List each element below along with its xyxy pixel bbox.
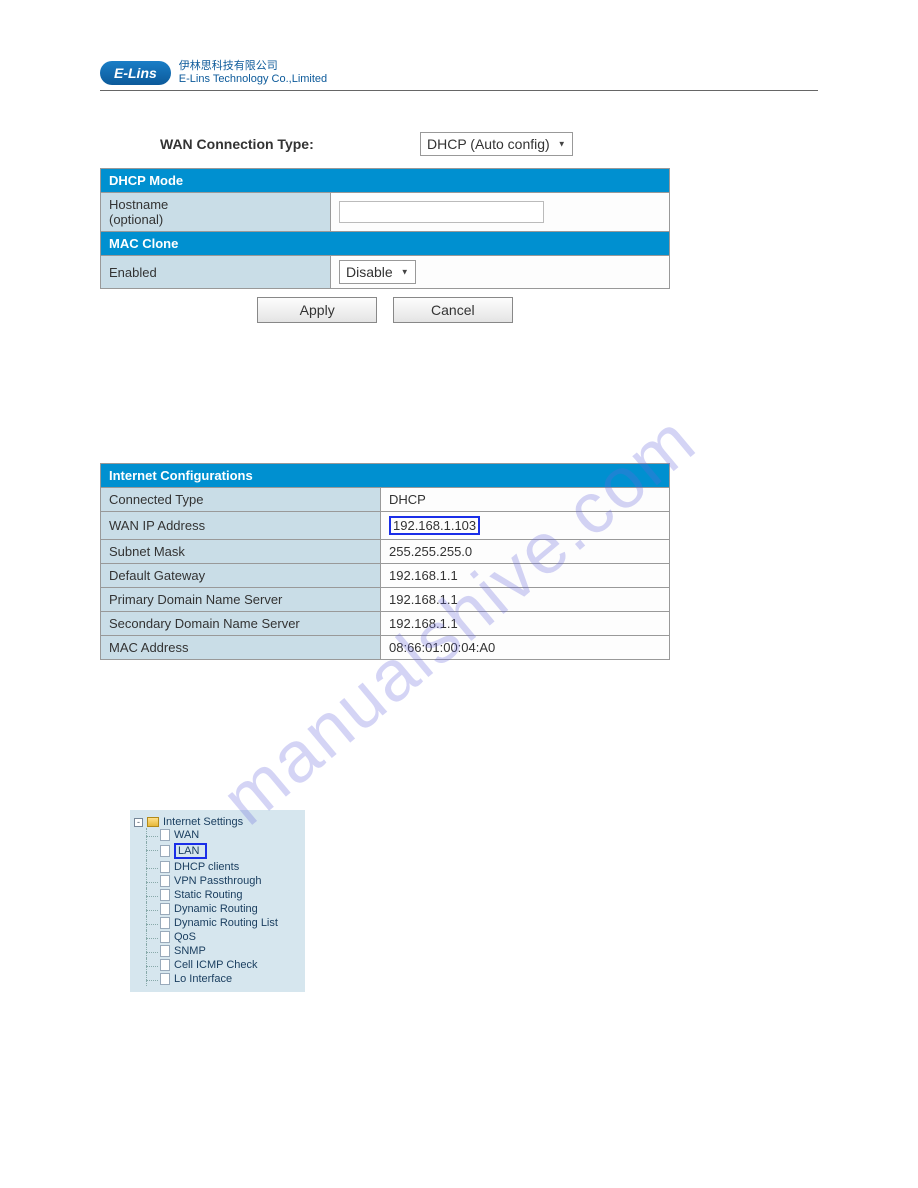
brand-name-cn: 伊林思科技有限公司 — [179, 60, 327, 73]
config-value: DHCP — [381, 488, 670, 512]
table-row: Secondary Domain Name Server192.168.1.1 — [101, 612, 670, 636]
tree-item-label: Dynamic Routing List — [174, 917, 278, 929]
config-key: MAC Address — [101, 636, 381, 660]
tree-root-label: Internet Settings — [163, 816, 243, 828]
table-row: MAC Address08:66:01:00:04:A0 — [101, 636, 670, 660]
config-key: Default Gateway — [101, 564, 381, 588]
wan-connection-label: WAN Connection Type: — [160, 136, 420, 152]
tree-item-label: Cell ICMP Check — [174, 959, 258, 971]
page-icon — [160, 917, 170, 929]
page-icon — [160, 931, 170, 943]
config-value: 192.168.1.103 — [381, 512, 670, 540]
mac-clone-enabled-select[interactable]: Disable — [339, 260, 416, 284]
table-row: Connected TypeDHCP — [101, 488, 670, 512]
highlighted-value: 192.168.1.103 — [389, 516, 480, 535]
wan-connection-row: WAN Connection Type: DHCP (Auto config) — [100, 126, 818, 168]
page-icon — [160, 959, 170, 971]
tree-item-dynamic-routing-list[interactable]: Dynamic Routing List — [160, 916, 299, 930]
mac-clone-header: MAC Clone — [101, 232, 670, 256]
tree-item-label: VPN Passthrough — [174, 875, 261, 887]
tree-item-vpn-passthrough[interactable]: VPN Passthrough — [160, 874, 299, 888]
tree-item-label: Static Routing — [174, 889, 242, 901]
table-row: Subnet Mask255.255.255.0 — [101, 540, 670, 564]
folder-icon — [147, 817, 159, 827]
config-key: Secondary Domain Name Server — [101, 612, 381, 636]
table-row: Primary Domain Name Server192.168.1.1 — [101, 588, 670, 612]
table-row: Default Gateway192.168.1.1 — [101, 564, 670, 588]
apply-button[interactable]: Apply — [257, 297, 377, 323]
wan-settings-table: DHCP Mode Hostname (optional) MAC Clone … — [100, 168, 670, 289]
tree-item-label: WAN — [174, 829, 199, 841]
tree-item-label: Lo Interface — [174, 973, 232, 985]
config-value: 192.168.1.1 — [381, 612, 670, 636]
tree-item-label: QoS — [174, 931, 196, 943]
page-icon — [160, 903, 170, 915]
config-key: Connected Type — [101, 488, 381, 512]
config-value: 192.168.1.1 — [381, 564, 670, 588]
config-value: 192.168.1.1 — [381, 588, 670, 612]
tree-item-lan[interactable]: LAN — [160, 842, 299, 860]
config-value: 08:66:01:00:04:A0 — [381, 636, 670, 660]
page-icon — [160, 973, 170, 985]
tree-item-snmp[interactable]: SNMP — [160, 944, 299, 958]
internet-config-table: Internet Configurations Connected TypeDH… — [100, 463, 670, 660]
table-row: WAN IP Address 192.168.1.103 — [101, 512, 670, 540]
tree-item-wan[interactable]: WAN — [160, 828, 299, 842]
tree-item-lo-interface[interactable]: Lo Interface — [160, 972, 299, 986]
wan-connection-select[interactable]: DHCP (Auto config) — [420, 132, 573, 156]
tree-item-label: LAN — [174, 843, 207, 859]
tree-item-qos[interactable]: QoS — [160, 930, 299, 944]
page-icon — [160, 875, 170, 887]
mac-clone-enabled-label: Enabled — [101, 256, 331, 289]
page-header: E-Lins 伊林思科技有限公司 E-Lins Technology Co.,L… — [100, 60, 818, 91]
config-key: Subnet Mask — [101, 540, 381, 564]
page-icon — [160, 829, 170, 841]
page-icon — [160, 861, 170, 873]
dhcp-mode-header: DHCP Mode — [101, 169, 670, 193]
tree-item-label: Dynamic Routing — [174, 903, 258, 915]
hostname-label: Hostname (optional) — [101, 193, 331, 232]
page-icon — [160, 845, 170, 857]
tree-item-cell-icmp-check[interactable]: Cell ICMP Check — [160, 958, 299, 972]
brand-logo: E-Lins — [100, 61, 171, 85]
config-key: Primary Domain Name Server — [101, 588, 381, 612]
config-value: 255.255.255.0 — [381, 540, 670, 564]
tree-item-dhcp-clients[interactable]: DHCP clients — [160, 860, 299, 874]
config-key: WAN IP Address — [101, 512, 381, 540]
internet-settings-tree: - Internet Settings WAN LAN DHCP clients VP… — [130, 810, 305, 992]
page-icon — [160, 889, 170, 901]
collapse-icon[interactable]: - — [134, 818, 143, 827]
tree-item-label: DHCP clients — [174, 861, 239, 873]
internet-config-header: Internet Configurations — [101, 464, 670, 488]
tree-item-label: SNMP — [174, 945, 206, 957]
cancel-button[interactable]: Cancel — [393, 297, 513, 323]
tree-item-static-routing[interactable]: Static Routing — [160, 888, 299, 902]
tree-root[interactable]: - Internet Settings — [134, 816, 299, 828]
page-icon — [160, 945, 170, 957]
brand-name-en: E-Lins Technology Co.,Limited — [179, 73, 327, 86]
hostname-input[interactable] — [339, 201, 544, 223]
tree-item-dynamic-routing[interactable]: Dynamic Routing — [160, 902, 299, 916]
